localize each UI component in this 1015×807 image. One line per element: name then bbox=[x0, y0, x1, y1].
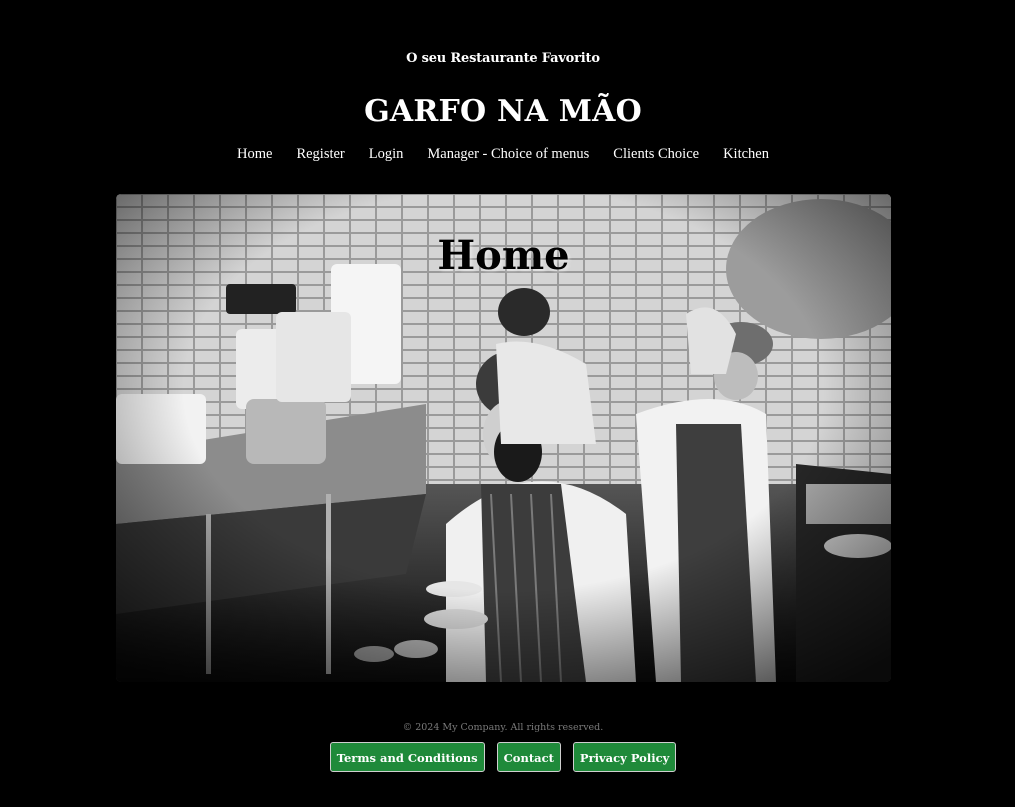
terms-button[interactable]: Terms and Conditions bbox=[329, 742, 485, 772]
nav-item-login[interactable]: Login bbox=[369, 146, 404, 163]
site-brand-title[interactable]: GARFO NA MÃO bbox=[0, 94, 1006, 129]
contact-button[interactable]: Contact bbox=[496, 742, 561, 772]
nav-item-kitchen[interactable]: Kitchen bbox=[723, 146, 769, 163]
main-nav: Home Register Login Manager - Choice of … bbox=[0, 146, 1006, 163]
hero-title: Home bbox=[437, 232, 570, 279]
nav-item-register[interactable]: Register bbox=[296, 146, 344, 163]
site-tagline: O seu Restaurante Favorito bbox=[406, 51, 600, 66]
nav-item-home[interactable]: Home bbox=[237, 146, 272, 163]
hero-banner: Home bbox=[116, 194, 891, 682]
footer-copyright: © 2024 My Company. All rights reserved. bbox=[402, 722, 604, 733]
nav-item-manager-menus[interactable]: Manager - Choice of menus bbox=[427, 146, 589, 163]
footer-links: Terms and Conditions Contact Privacy Pol… bbox=[0, 742, 1006, 772]
privacy-policy-button[interactable]: Privacy Policy bbox=[572, 742, 677, 772]
nav-item-clients-choice[interactable]: Clients Choice bbox=[613, 146, 699, 163]
page: O seu Restaurante Favorito GARFO NA MÃO … bbox=[0, 0, 1015, 807]
